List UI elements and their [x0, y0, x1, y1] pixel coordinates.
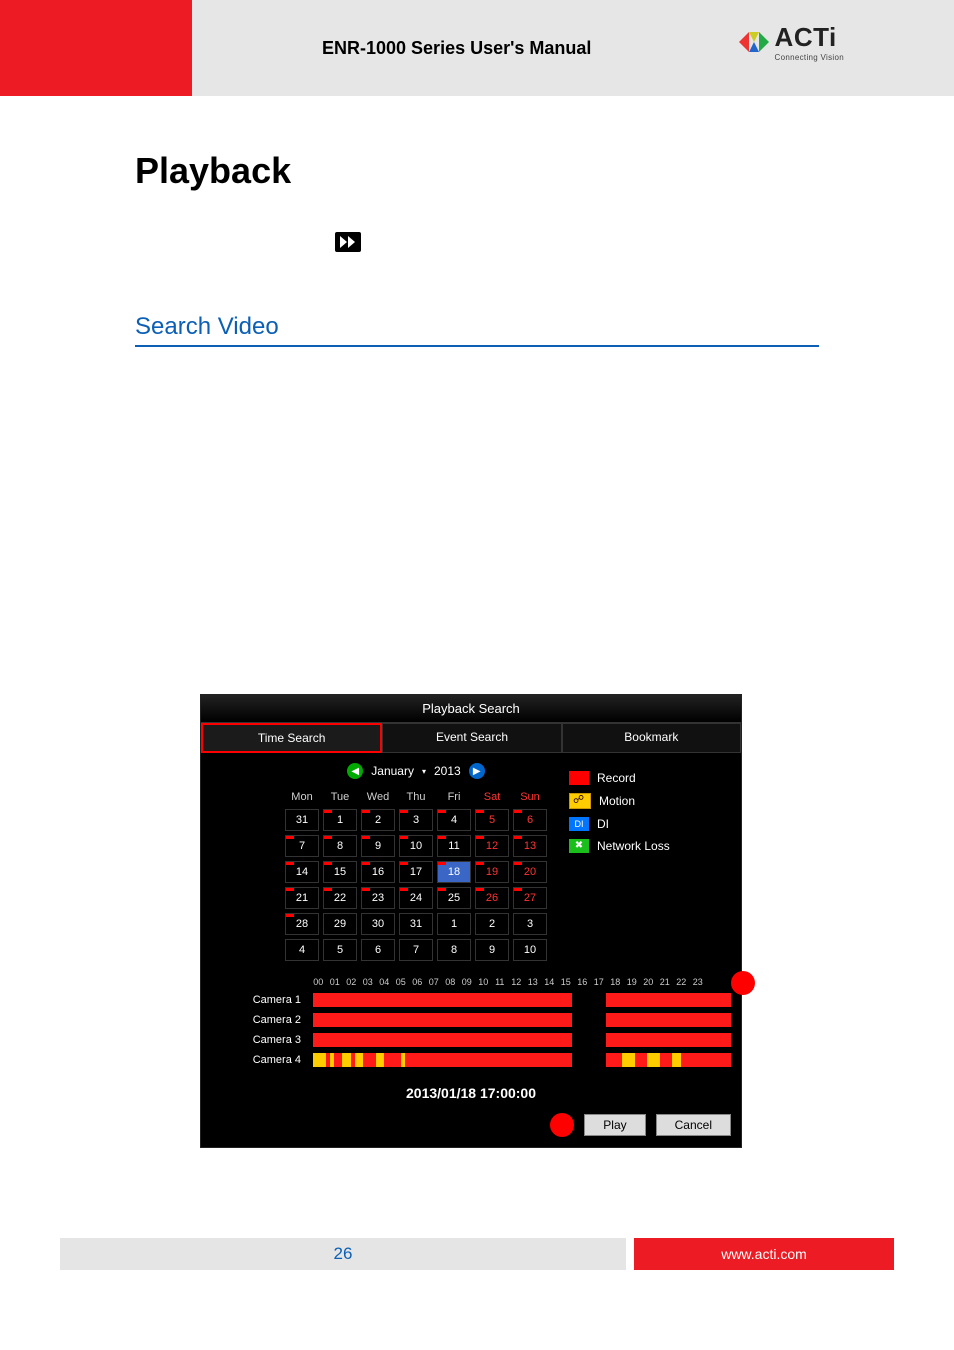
timeline-row[interactable]: Camera 3 [201, 1031, 741, 1049]
calendar-day[interactable]: 5 [475, 809, 509, 831]
legend-network-loss: Network Loss [597, 839, 670, 853]
selected-timestamp: 2013/01/18 17:00:00 [201, 1079, 741, 1107]
legend-motion: Motion [599, 794, 635, 808]
panel-title: Playback Search [201, 695, 741, 723]
month-label[interactable]: January [371, 764, 414, 778]
calendar-day[interactable]: 26 [475, 887, 509, 909]
header-grey-bar: ENR-1000 Series User's Manual ACTi Conne… [192, 0, 954, 96]
calendar-day[interactable]: 12 [475, 835, 509, 857]
calendar-day[interactable]: 7 [399, 939, 433, 961]
motion-swatch [569, 793, 591, 809]
annotation-dot [731, 971, 755, 995]
calendar-day[interactable]: 9 [475, 939, 509, 961]
calendar-day[interactable]: 25 [437, 887, 471, 909]
calendar-day[interactable]: 17 [399, 861, 433, 883]
legend-di: DI [597, 817, 609, 831]
section-title: Search Video [135, 313, 819, 341]
calendar-day[interactable]: 7 [285, 835, 319, 857]
prev-month-button[interactable]: ◀ [347, 763, 363, 779]
section-rule [135, 345, 819, 347]
logo-icon [739, 29, 769, 55]
calendar-day[interactable]: 8 [437, 939, 471, 961]
calendar-day[interactable]: 1 [437, 913, 471, 935]
calendar-day[interactable]: 29 [323, 913, 357, 935]
legend: Record Motion DI DI ✖ Network Loss [561, 753, 678, 975]
brand-name: ACTi [775, 22, 844, 53]
calendar-day[interactable]: 5 [323, 939, 357, 961]
timeline-rows: Camera 1 Camera 2 Camera 3 Camera 4 [201, 991, 741, 1079]
page-title: Playback [135, 150, 819, 192]
calendar-day[interactable]: 4 [285, 939, 319, 961]
calendar-day[interactable]: 23 [361, 887, 395, 909]
calendar-day[interactable]: 31 [285, 809, 319, 831]
next-month-button[interactable]: ▶ [469, 763, 485, 779]
calendar-table: MonTueWedThuFriSatSun3112345678910111213… [281, 785, 551, 965]
calendar-day[interactable]: 31 [399, 913, 433, 935]
network-loss-swatch: ✖ [569, 839, 589, 853]
calendar-day[interactable]: 16 [361, 861, 395, 883]
calendar-day[interactable]: 10 [399, 835, 433, 857]
calendar-day[interactable]: 2 [361, 809, 395, 831]
timeline-row[interactable]: Camera 2 [201, 1011, 741, 1029]
fast-forward-icon [335, 232, 361, 252]
calendar-day[interactable]: 13 [513, 835, 547, 857]
calendar-day[interactable]: 15 [323, 861, 357, 883]
calendar-day[interactable]: 24 [399, 887, 433, 909]
cancel-button[interactable]: Cancel [656, 1114, 731, 1136]
calendar-day[interactable]: 1 [323, 809, 357, 831]
calendar-day[interactable]: 11 [437, 835, 471, 857]
calendar-day[interactable]: 4 [437, 809, 471, 831]
calendar-day[interactable]: 6 [361, 939, 395, 961]
calendar: ◀ January▾ 2013 ▶ MonTueWedThuFriSatSun3… [271, 753, 561, 975]
calendar-day[interactable]: 3 [513, 913, 547, 935]
page-footer: 26 www.acti.com [0, 1238, 954, 1270]
tab-event-search[interactable]: Event Search [382, 723, 561, 753]
annotation-dot [550, 1113, 574, 1137]
calendar-day[interactable]: 8 [323, 835, 357, 857]
search-tabs: Time Search Event Search Bookmark [201, 723, 741, 753]
hour-ticks: 0001020304050607080910111213141516171819… [201, 975, 741, 989]
calendar-day[interactable]: 28 [285, 913, 319, 935]
brand-logo: ACTi Connecting Vision [739, 22, 844, 62]
page-number: 26 [60, 1238, 626, 1270]
timeline-row[interactable]: Camera 1 [201, 991, 741, 1009]
year-label[interactable]: 2013 [434, 764, 461, 778]
di-swatch: DI [569, 817, 589, 831]
timeline-row[interactable]: Camera 4 [201, 1051, 741, 1069]
calendar-day[interactable]: 2 [475, 913, 509, 935]
calendar-day[interactable]: 27 [513, 887, 547, 909]
calendar-day[interactable]: 3 [399, 809, 433, 831]
calendar-day[interactable]: 22 [323, 887, 357, 909]
legend-record: Record [597, 771, 636, 785]
calendar-day[interactable]: 20 [513, 861, 547, 883]
calendar-day[interactable]: 21 [285, 887, 319, 909]
calendar-day[interactable]: 18 [437, 861, 471, 883]
tab-bookmark[interactable]: Bookmark [562, 723, 741, 753]
page-content: Playback Search Video [135, 130, 819, 377]
calendar-day[interactable]: 19 [475, 861, 509, 883]
calendar-day[interactable]: 6 [513, 809, 547, 831]
page-header: ENR-1000 Series User's Manual ACTi Conne… [0, 0, 954, 96]
footer-url: www.acti.com [634, 1238, 894, 1270]
brand-tagline: Connecting Vision [775, 53, 844, 62]
manual-title: ENR-1000 Series User's Manual [322, 38, 591, 59]
calendar-day[interactable]: 9 [361, 835, 395, 857]
record-swatch [569, 771, 589, 785]
playback-search-panel: Playback Search Time Search Event Search… [200, 694, 742, 1148]
calendar-day[interactable]: 14 [285, 861, 319, 883]
calendar-day[interactable]: 30 [361, 913, 395, 935]
header-red-block [0, 0, 192, 96]
tab-time-search[interactable]: Time Search [201, 723, 382, 753]
play-button[interactable]: Play [584, 1114, 645, 1136]
calendar-day[interactable]: 10 [513, 939, 547, 961]
